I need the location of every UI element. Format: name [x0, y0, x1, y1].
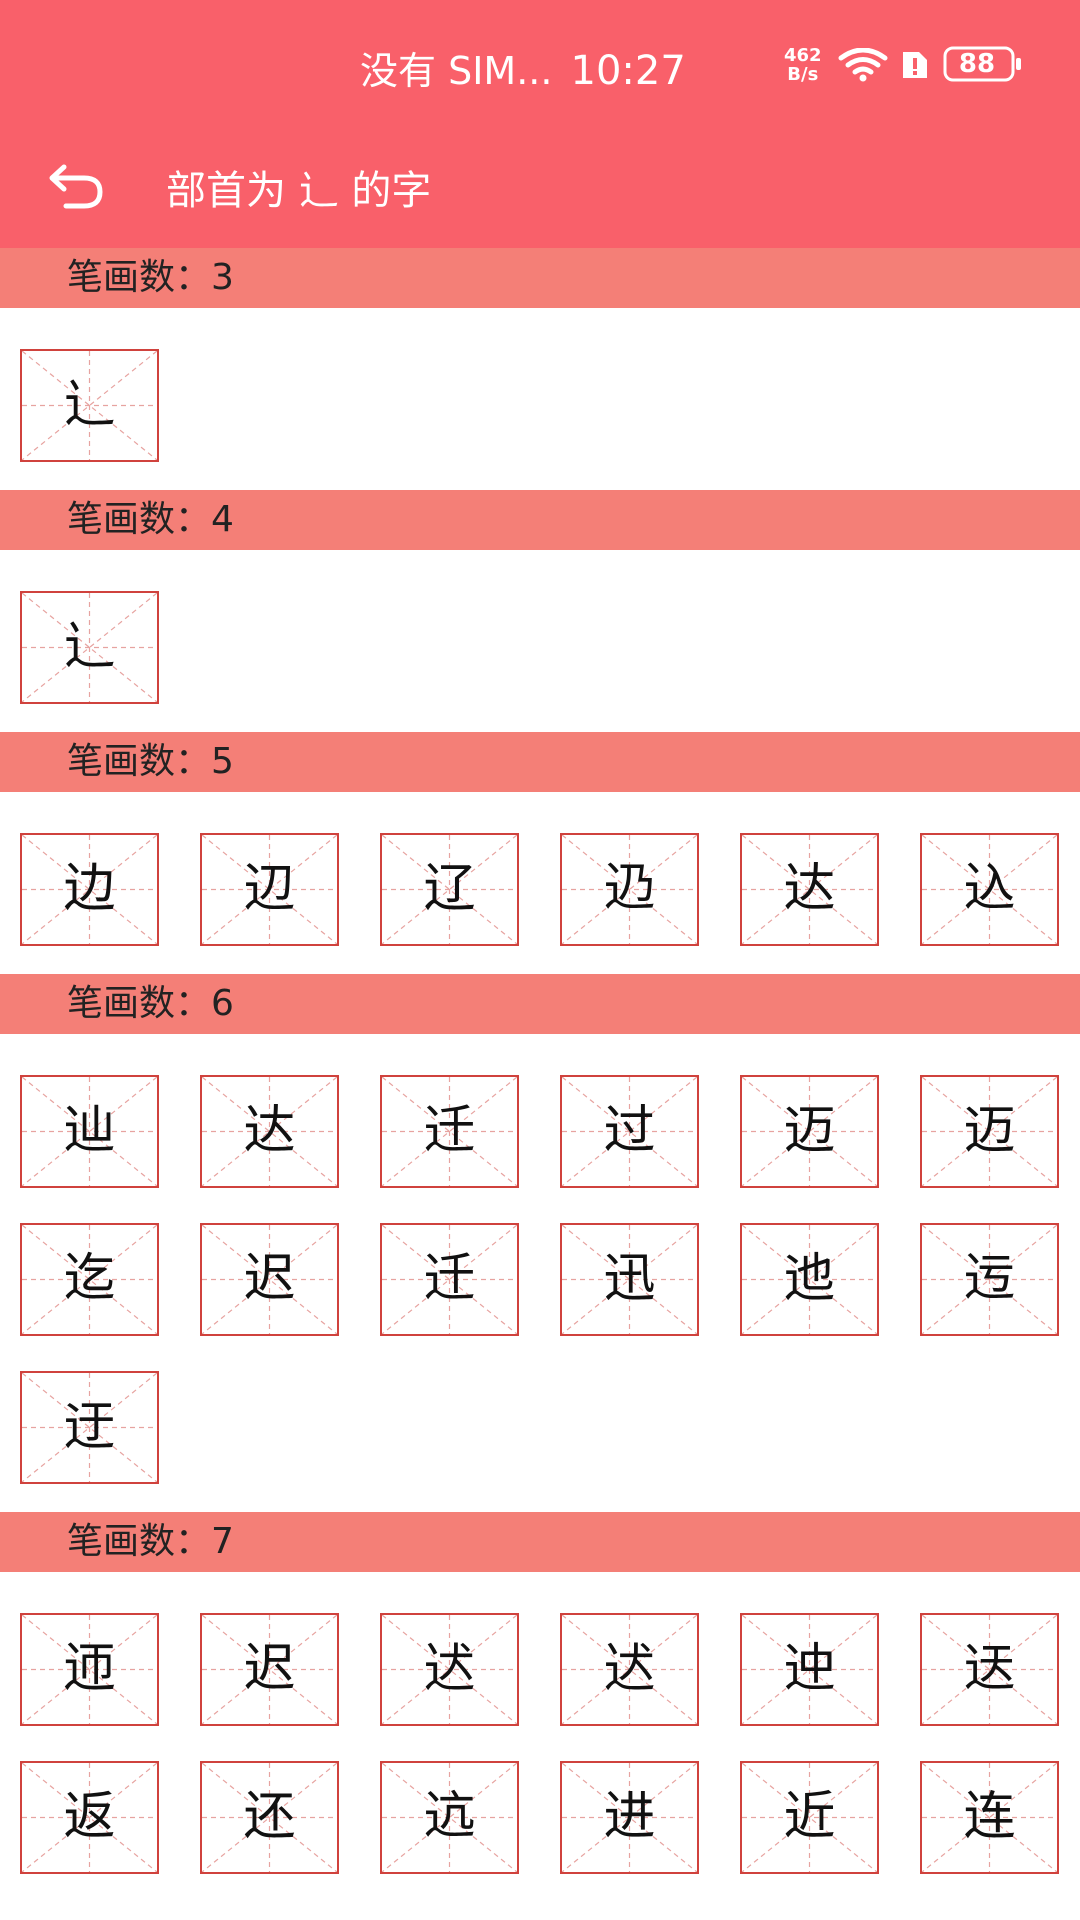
character-cell[interactable]: 辽 — [380, 833, 519, 946]
battery-level: 88 — [958, 49, 996, 79]
character-cell[interactable]: 迒 — [380, 1761, 519, 1874]
stroke-count-header: 笔画数：4 — [0, 490, 1080, 550]
character-glyph: ⻌ — [63, 617, 116, 677]
character-cell[interactable]: 迟 — [200, 1223, 339, 1336]
character-glyph: 迟 — [243, 1249, 296, 1309]
character-cell[interactable]: 迈 — [920, 1075, 1059, 1188]
character-glyph: 边 — [63, 859, 116, 919]
character-glyph: 迂 — [63, 1397, 116, 1457]
character-glyph: 迈 — [783, 1101, 836, 1161]
character-cell[interactable]: 迗 — [920, 1613, 1059, 1726]
character-cell[interactable]: 近 — [740, 1761, 879, 1874]
character-cell[interactable]: 迁 — [380, 1223, 519, 1336]
character-glyph: 还 — [243, 1787, 296, 1847]
sim-alert-icon — [903, 52, 927, 78]
character-glyph: 辺 — [243, 859, 296, 919]
character-glyph: 辸 — [603, 859, 656, 919]
character-glyph: 近 — [783, 1787, 836, 1847]
character-glyph: 迁 — [423, 1249, 476, 1309]
stroke-count-header: 笔画数：3 — [0, 248, 1080, 308]
character-glyph: 过 — [603, 1101, 656, 1161]
character-glyph: 迟 — [243, 1639, 296, 1699]
character-cell[interactable]: 迟 — [200, 1613, 339, 1726]
character-glyph: 连 — [963, 1787, 1016, 1847]
carrier-label: 没有 SIM... — [360, 49, 553, 93]
character-cell[interactable]: 达 — [200, 1075, 339, 1188]
character-glyph: 込 — [963, 859, 1016, 919]
character-cell[interactable]: 迊 — [20, 1613, 159, 1726]
network-speed: 462 B/s — [784, 46, 822, 84]
character-cell[interactable]: 迚 — [740, 1613, 879, 1726]
character-glyph: 辶 — [63, 375, 116, 435]
character-cell[interactable]: 迖 — [380, 1613, 519, 1726]
character-cell[interactable]: 辶 — [20, 349, 159, 462]
character-glyph: 迖 — [603, 1639, 656, 1699]
character-glyph: 达 — [243, 1101, 296, 1161]
character-glyph: 辿 — [63, 1101, 116, 1161]
toolbar: 部首为 辶 的字 — [0, 130, 1080, 248]
character-glyph: 迊 — [63, 1639, 116, 1699]
character-glyph: 迖 — [423, 1639, 476, 1699]
character-glyph: 迄 — [63, 1249, 116, 1309]
character-glyph: 迃 — [963, 1249, 1016, 1309]
character-cell[interactable]: 连 — [920, 1761, 1059, 1874]
character-cell[interactable]: 边 — [20, 833, 159, 946]
character-cell[interactable]: 迂 — [20, 1371, 159, 1484]
character-glyph: 迅 — [603, 1249, 656, 1309]
character-cell[interactable]: 辺 — [200, 833, 339, 946]
character-glyph: 返 — [63, 1787, 116, 1847]
character-cell[interactable]: 进 — [560, 1761, 699, 1874]
character-cell[interactable]: 込 — [920, 833, 1059, 946]
character-glyph: 达 — [783, 859, 836, 919]
character-glyph: 迚 — [783, 1639, 836, 1699]
character-cell[interactable]: ⻌ — [20, 591, 159, 704]
character-cell[interactable]: 辸 — [560, 833, 699, 946]
network-speed-unit: B/s — [787, 64, 819, 85]
character-glyph: 迆 — [783, 1249, 836, 1309]
character-glyph: 迁 — [423, 1101, 476, 1161]
back-arrow-icon[interactable] — [40, 154, 110, 224]
stroke-count-header: 笔画数：5 — [0, 732, 1080, 792]
character-cell[interactable]: 迈 — [740, 1075, 879, 1188]
character-cell[interactable]: 迄 — [20, 1223, 159, 1336]
network-speed-value: 462 — [784, 45, 822, 66]
character-cell[interactable]: 迅 — [560, 1223, 699, 1336]
app-header: 没有 SIM... 10:27 462 B/s 88 部首为 辶 的字 — [0, 0, 1080, 248]
character-cell[interactable]: 迃 — [920, 1223, 1059, 1336]
status-bar: 没有 SIM... 10:27 462 B/s 88 — [0, 0, 1080, 130]
character-cell[interactable]: 返 — [20, 1761, 159, 1874]
character-cell[interactable]: 达 — [740, 833, 879, 946]
carrier-time: 没有 SIM... 10:27 — [360, 40, 686, 95]
character-cell[interactable]: 辿 — [20, 1075, 159, 1188]
character-glyph: 辽 — [423, 859, 476, 919]
character-glyph: 进 — [603, 1787, 656, 1847]
character-cell[interactable]: 迆 — [740, 1223, 879, 1336]
character-cell[interactable]: 迁 — [380, 1075, 519, 1188]
character-glyph: 迒 — [423, 1787, 476, 1847]
wifi-icon — [838, 48, 888, 82]
stroke-count-header: 笔画数：6 — [0, 974, 1080, 1034]
character-glyph: 迗 — [963, 1639, 1016, 1699]
character-glyph: 迈 — [963, 1101, 1016, 1161]
clock: 10:27 — [570, 48, 686, 94]
character-cell[interactable]: 还 — [200, 1761, 339, 1874]
character-cell[interactable]: 迖 — [560, 1613, 699, 1726]
page-title: 部首为 辶 的字 — [166, 168, 432, 214]
character-cell[interactable]: 过 — [560, 1075, 699, 1188]
stroke-count-header: 笔画数：7 — [0, 1512, 1080, 1572]
